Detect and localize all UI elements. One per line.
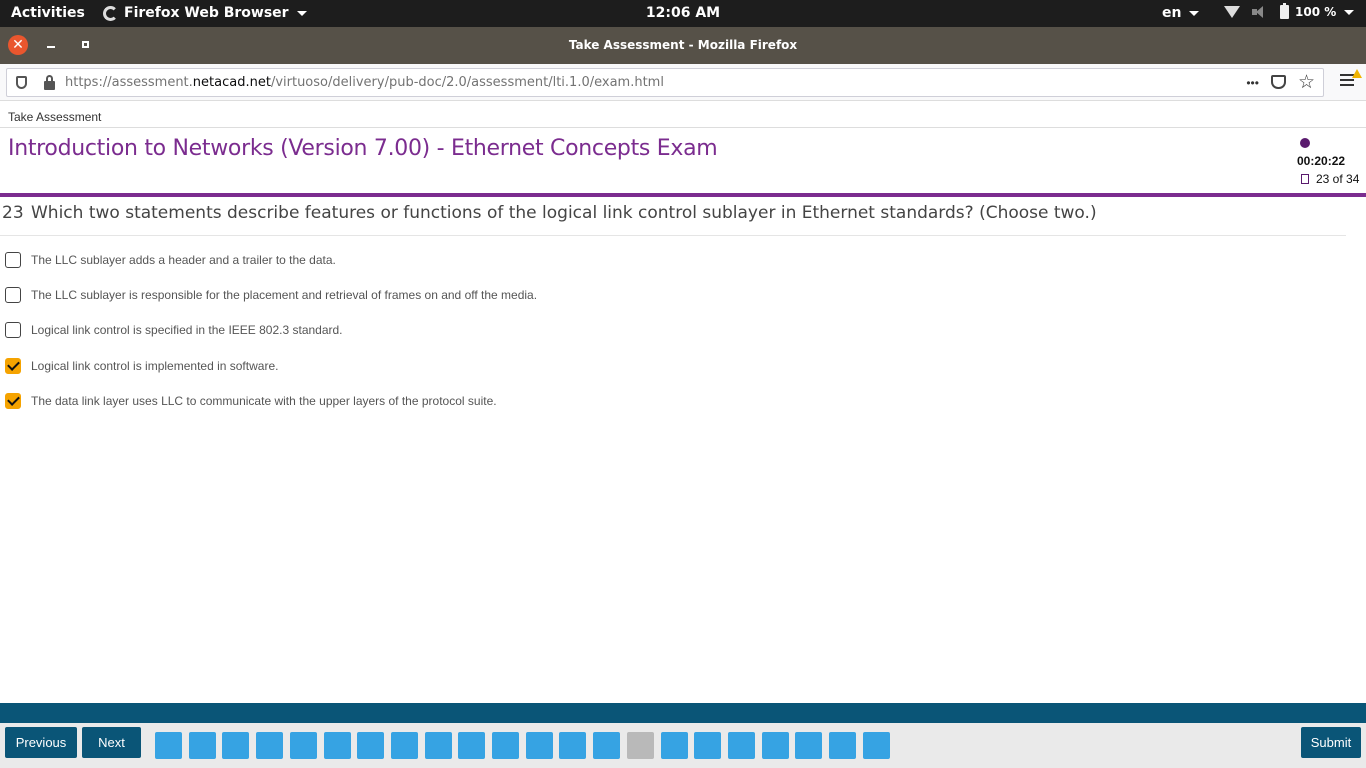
answer-option[interactable]: The LLC sublayer adds a header and a tra… <box>5 251 336 269</box>
header-divider <box>0 193 1366 197</box>
tracking-protection-icon[interactable] <box>16 76 27 89</box>
question-nav-box[interactable] <box>188 732 216 759</box>
window-title: Take Assessment - Mozilla Firefox <box>568 38 798 52</box>
answer-checkbox[interactable] <box>5 287 21 303</box>
question-number: 23 <box>2 203 24 223</box>
answer-option[interactable]: The LLC sublayer is responsible for the … <box>5 286 537 304</box>
app-menu[interactable]: Firefox Web Browser <box>103 5 307 21</box>
question-nav-box[interactable] <box>660 732 688 759</box>
question-nav-box[interactable] <box>458 732 486 759</box>
language-label: en <box>1162 5 1182 21</box>
clock-icon <box>1300 138 1310 148</box>
question-nav-box[interactable] <box>390 732 418 759</box>
answer-label[interactable]: The data link layer uses LLC to communic… <box>31 394 497 408</box>
question-nav-box[interactable] <box>694 732 722 759</box>
app-name: Firefox Web Browser <box>124 5 289 21</box>
answer-label[interactable]: The LLC sublayer is responsible for the … <box>31 288 537 302</box>
question-nav-box[interactable] <box>829 732 856 759</box>
page-actions-icon[interactable]: ••• <box>1246 73 1259 93</box>
question-nav-box[interactable] <box>593 732 621 759</box>
system-top-bar: Activities Firefox Web Browser 12:06 AM … <box>0 0 1366 27</box>
battery-icon <box>1280 3 1289 19</box>
bookmark-star-icon[interactable]: ☆ <box>1298 73 1315 93</box>
url-text[interactable]: https://assessment.netacad.net/virtuoso/… <box>65 75 664 90</box>
question-nav-box[interactable] <box>424 732 452 759</box>
question-nav-box[interactable] <box>155 732 182 759</box>
answer-option[interactable]: Logical link control is specified in the… <box>5 321 343 339</box>
chevron-down-icon <box>296 10 307 16</box>
footer-bar <box>0 703 1366 723</box>
question-nav-box[interactable] <box>289 732 317 759</box>
question-nav-box[interactable] <box>795 732 823 759</box>
next-button[interactable]: Next <box>82 727 141 758</box>
activities-button[interactable]: Activities <box>11 5 85 21</box>
question-nav-box[interactable] <box>222 732 250 759</box>
question-progress: 23 of 34 <box>1316 172 1360 186</box>
answer-label[interactable]: Logical link control is implemented in s… <box>31 359 278 373</box>
warning-icon <box>1352 69 1362 78</box>
battery-label: 100 % <box>1295 5 1337 19</box>
wifi-icon <box>1224 6 1240 18</box>
question-nav-box[interactable] <box>626 732 654 759</box>
browser-toolbar: https://assessment.netacad.net/virtuoso/… <box>0 64 1366 101</box>
exam-title: Introduction to Networks (Version 7.00) … <box>8 136 718 161</box>
question-nav-box[interactable] <box>323 732 351 759</box>
answer-option[interactable]: The data link layer uses LLC to communic… <box>5 392 497 410</box>
answer-checkbox[interactable] <box>5 322 21 338</box>
firefox-icon <box>103 5 118 21</box>
chevron-down-icon <box>1189 10 1200 16</box>
question-text: Which two statements describe features o… <box>31 203 1097 223</box>
question-nav-box[interactable] <box>761 732 789 759</box>
page-icon <box>1301 174 1309 184</box>
window-titlebar: ✕ Take Assessment - Mozilla Firefox <box>0 27 1366 64</box>
answer-checkbox[interactable] <box>5 252 21 268</box>
answer-label[interactable]: The LLC sublayer adds a header and a tra… <box>31 253 336 267</box>
question-nav-box[interactable] <box>559 732 587 759</box>
answer-label[interactable]: Logical link control is specified in the… <box>31 323 343 337</box>
lock-icon[interactable] <box>44 75 55 90</box>
chevron-down-icon <box>1344 9 1355 15</box>
submit-button[interactable]: Submit <box>1301 727 1361 758</box>
volume-icon <box>1252 6 1268 18</box>
previous-button[interactable]: Previous <box>5 727 77 758</box>
question-nav-box[interactable] <box>525 732 553 759</box>
language-menu[interactable]: en <box>1162 5 1200 21</box>
answer-option[interactable]: Logical link control is implemented in s… <box>5 357 278 375</box>
breadcrumb: Take Assessment <box>8 110 102 124</box>
answer-checkbox[interactable] <box>5 358 21 374</box>
pocket-icon[interactable] <box>1270 75 1286 89</box>
answer-checkbox[interactable] <box>5 393 21 409</box>
url-bar[interactable]: https://assessment.netacad.net/virtuoso/… <box>6 68 1324 97</box>
question-nav-box[interactable] <box>492 732 519 759</box>
question-nav-box[interactable] <box>862 732 890 759</box>
exam-timer: 00:20:22 <box>1297 154 1346 168</box>
question-nav-box[interactable] <box>727 732 755 759</box>
question-nav-box[interactable] <box>256 732 284 759</box>
divider <box>0 235 1346 236</box>
question-nav-box[interactable] <box>357 732 385 759</box>
divider <box>0 127 1366 128</box>
system-tray[interactable]: 100 % <box>1224 3 1355 19</box>
